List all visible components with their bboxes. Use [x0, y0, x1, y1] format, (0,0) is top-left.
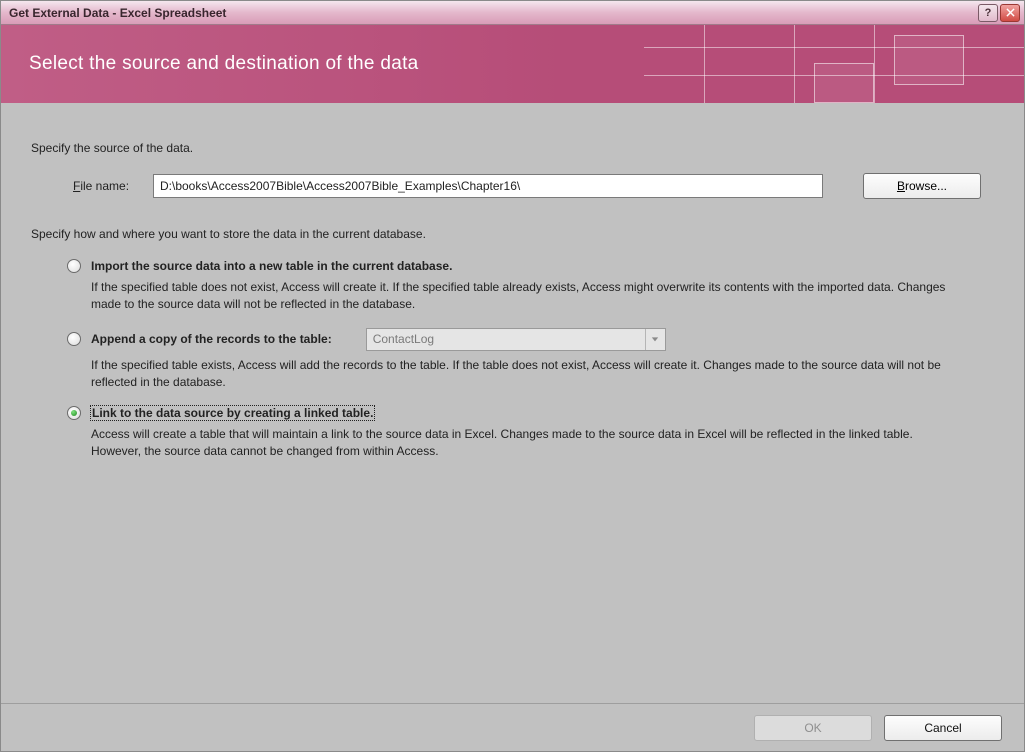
option-link-title[interactable]: Link to the data source by creating a li…: [91, 406, 374, 420]
option-import-desc: If the specified table does not exist, A…: [91, 279, 961, 314]
dialog-window: Get External Data - Excel Spreadsheet ? …: [0, 0, 1025, 752]
option-append-title[interactable]: Append a copy of the records to the tabl…: [91, 332, 332, 346]
titlebar-buttons: ?: [978, 4, 1020, 22]
titlebar: Get External Data - Excel Spreadsheet ?: [1, 1, 1024, 25]
options-group: Import the source data into a new table …: [67, 259, 994, 460]
option-import-row: Import the source data into a new table …: [67, 259, 994, 273]
radio-append[interactable]: [67, 332, 81, 346]
option-append-desc: If the specified table exists, Access wi…: [91, 357, 961, 392]
file-row: File name: Browse...: [73, 173, 994, 199]
ok-button: OK: [754, 715, 872, 741]
option-link-desc: Access will create a table that will mai…: [91, 426, 961, 461]
option-import-title[interactable]: Import the source data into a new table …: [91, 259, 452, 273]
banner-title: Select the source and destination of the…: [29, 53, 419, 75]
help-button[interactable]: ?: [978, 4, 998, 22]
window-title: Get External Data - Excel Spreadsheet: [5, 6, 978, 20]
source-section-label: Specify the source of the data.: [31, 141, 994, 155]
radio-import[interactable]: [67, 259, 81, 273]
option-link-row: Link to the data source by creating a li…: [67, 406, 994, 420]
content-area: Specify the source of the data. File nam…: [1, 103, 1024, 703]
banner: Select the source and destination of the…: [1, 25, 1024, 103]
append-table-combo: ContactLog: [366, 328, 666, 351]
append-table-value: ContactLog: [367, 332, 645, 346]
banner-decoration: [644, 25, 1024, 103]
store-section-label: Specify how and where you want to store …: [31, 227, 994, 241]
chevron-down-icon: [645, 329, 665, 350]
footer: OK Cancel: [1, 703, 1024, 751]
file-name-input[interactable]: [153, 174, 823, 198]
file-name-label: File name:: [73, 179, 143, 193]
option-append-row: Append a copy of the records to the tabl…: [67, 328, 994, 351]
browse-button[interactable]: Browse...: [863, 173, 981, 199]
close-icon: [1006, 8, 1015, 17]
radio-link[interactable]: [67, 406, 81, 420]
cancel-button[interactable]: Cancel: [884, 715, 1002, 741]
close-button[interactable]: [1000, 4, 1020, 22]
